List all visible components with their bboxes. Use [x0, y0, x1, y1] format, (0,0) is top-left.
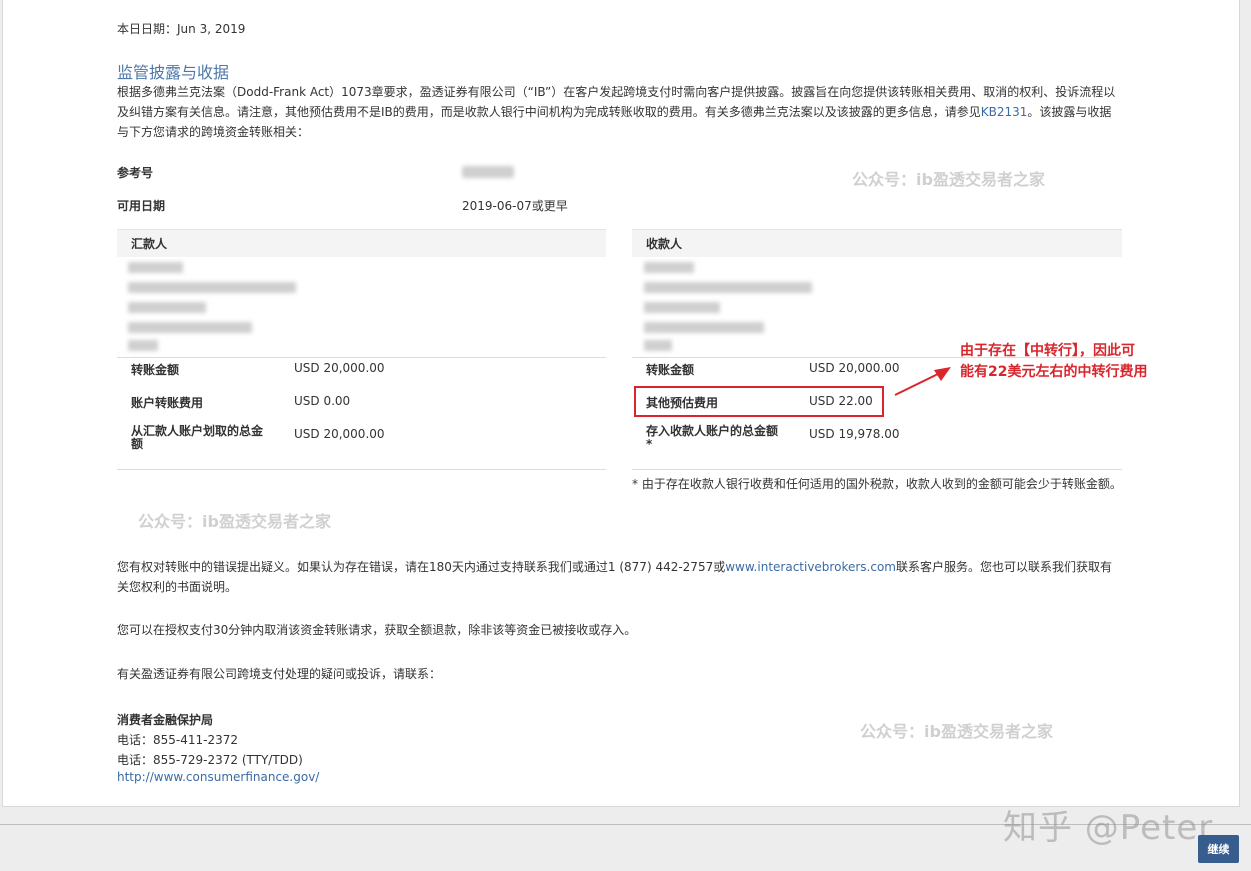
watermark: 公众号：ib盈透交易者之家: [138, 512, 331, 531]
dispute-text: 您有权对转账中的错误提出疑义。如果认为存在错误，请在180天内通过支持联系我们或…: [117, 560, 726, 574]
continue-button[interactable]: 继续: [1198, 835, 1239, 863]
ib-website-link[interactable]: www.interactivebrokers.com: [725, 560, 896, 574]
watermark: 公众号：ib盈透交易者之家: [860, 722, 1053, 741]
complaint-paragraph: 有关盈透证券有限公司跨境支付处理的疑问或投诉，请联系：: [117, 667, 442, 681]
cfpb-url-link[interactable]: http://www.consumerfinance.gov/: [117, 770, 319, 784]
annotation-line: 能有22美元左右的中转行费用: [960, 364, 1148, 380]
cancel-paragraph: 您可以在授权支付30分钟内取消该资金转账请求，获取全额退款，除非该等资金已被接收…: [117, 623, 637, 637]
cfpb-phone2: 电话：855-729-2372 (TTY/TDD): [117, 753, 303, 767]
dispute-paragraph: 您有权对转账中的错误提出疑义。如果认为存在错误，请在180天内通过支持联系我们或…: [117, 557, 1122, 597]
annotation-line: 由于存在【中转行】，因此可: [960, 343, 1135, 359]
cfpb-phone1: 电话：855-411-2372: [117, 733, 239, 747]
annotation-note: 由于存在【中转行】，因此可 能有22美元左右的中转行费用: [960, 341, 1147, 383]
zhihu-watermark: 知乎 @Peter: [1003, 808, 1214, 848]
cfpb-name: 消费者金融保护局: [117, 713, 214, 727]
